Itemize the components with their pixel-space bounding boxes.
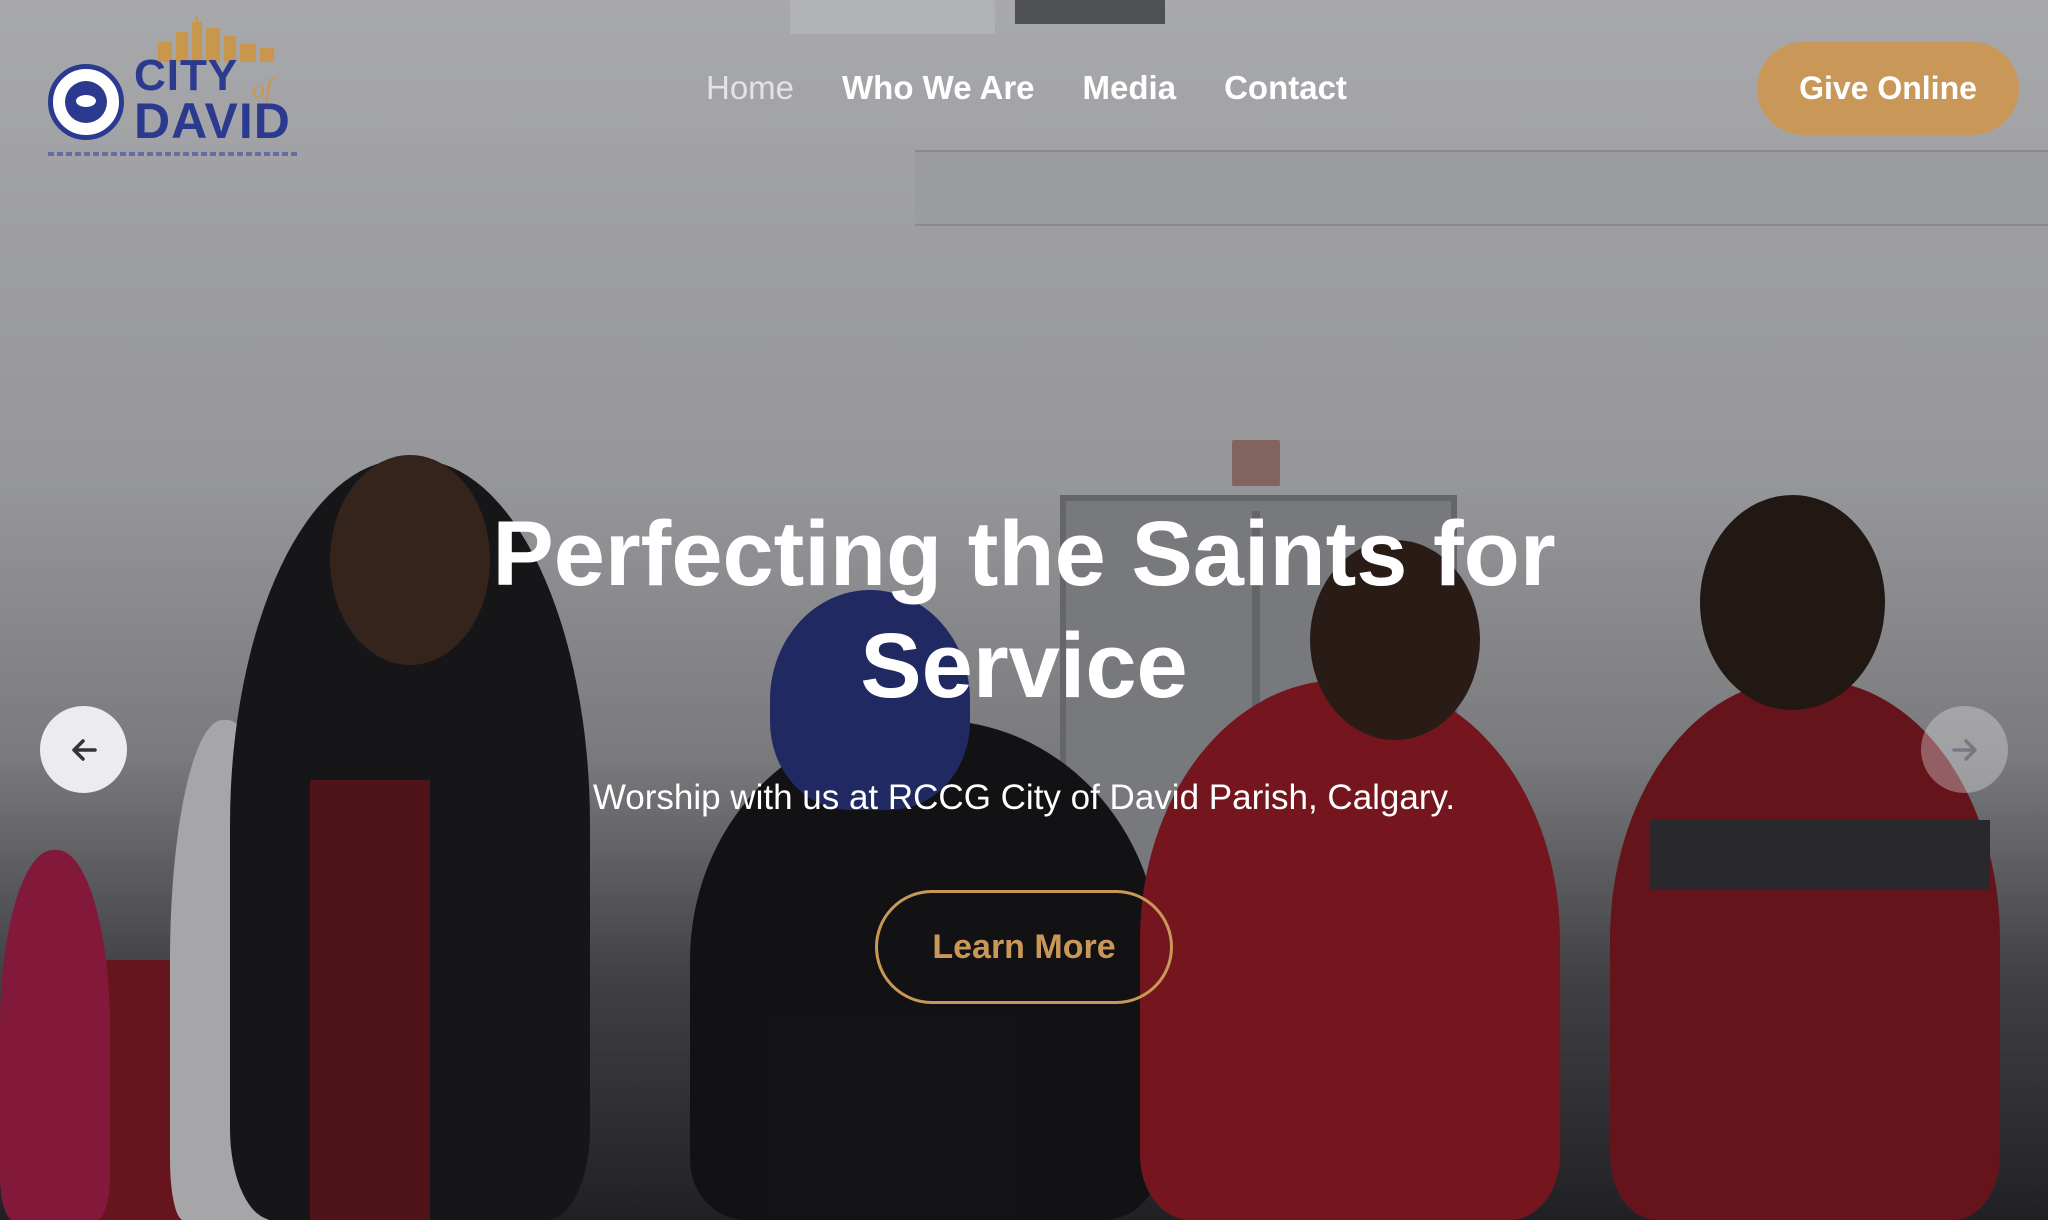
- hero-subtitle: Worship with us at RCCG City of David Pa…: [592, 778, 1456, 817]
- nav-contact[interactable]: Contact: [1224, 66, 1347, 110]
- logo-text-david: DAVID: [134, 93, 291, 149]
- hero-content: Perfecting the Saints for Service Worshi…: [324, 498, 1724, 1004]
- site-header: CITY of DAVID Home Who We Are Media Cont…: [0, 0, 2048, 170]
- nav-media[interactable]: Media: [1083, 66, 1177, 110]
- rccg-seal-icon: [48, 64, 124, 140]
- nav-who-we-are[interactable]: Who We Are: [842, 66, 1035, 110]
- logo-text-city: CITY: [134, 51, 239, 100]
- main-nav: Home Who We Are Media Contact: [706, 66, 1347, 110]
- nav-home[interactable]: Home: [706, 66, 794, 110]
- learn-more-button[interactable]: Learn More: [875, 890, 1173, 1004]
- carousel-prev-button[interactable]: [40, 706, 127, 793]
- hero-title: Perfecting the Saints for Service: [492, 503, 1556, 717]
- site-logo[interactable]: CITY of DAVID: [48, 16, 313, 161]
- arrow-right-icon: [1951, 738, 1977, 761]
- hero-banner: CITY of DAVID Home Who We Are Media Cont…: [0, 0, 2048, 1220]
- give-online-button[interactable]: Give Online: [1757, 42, 2019, 135]
- carousel-next-button[interactable]: [1921, 706, 2008, 793]
- logo-tagline: [48, 152, 298, 156]
- arrow-left-icon: [71, 738, 97, 761]
